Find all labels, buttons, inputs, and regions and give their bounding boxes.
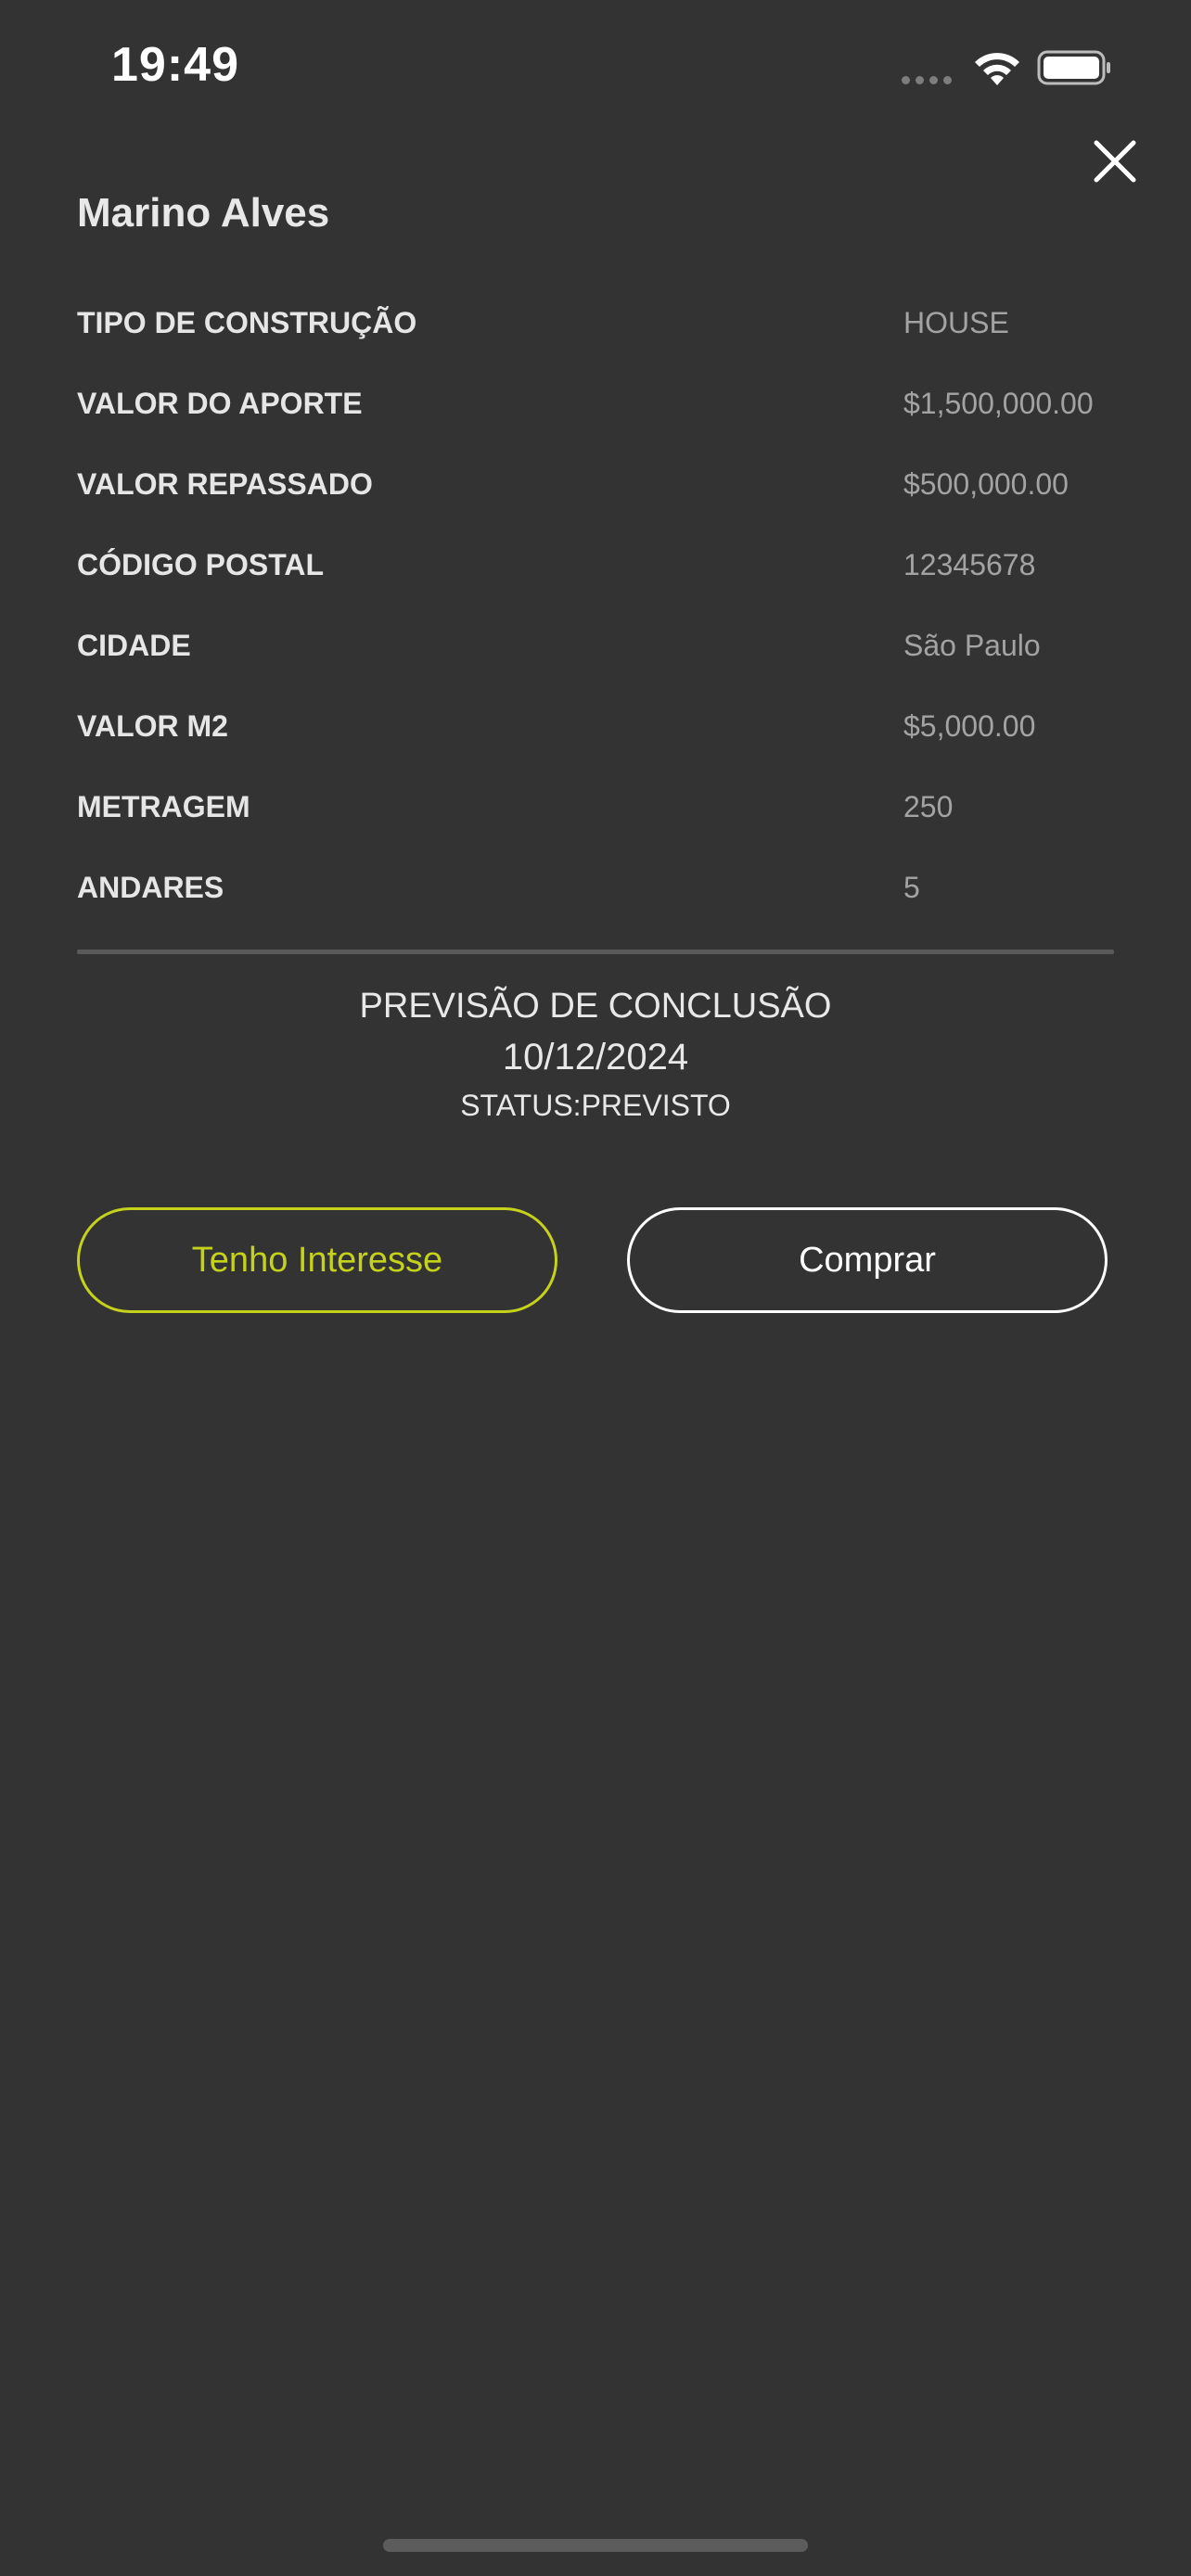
signal-dots-icon	[902, 72, 957, 89]
detail-label: METRAGEM	[77, 790, 250, 823]
wifi-icon	[975, 53, 1019, 85]
status-bar: 19:49	[0, 0, 1191, 130]
forecast-date: 10/12/2024	[502, 1037, 689, 1078]
detail-row-codigo-postal: CÓDIGO POSTAL 12345678	[77, 537, 1114, 618]
detail-value: São Paulo	[903, 629, 1041, 662]
detail-row-cidade: CIDADE São Paulo	[77, 618, 1114, 698]
detail-label: VALOR DO APORTE	[77, 387, 363, 420]
detail-row-valor-repassado: VALOR REPASSADO $500,000.00	[77, 456, 1114, 537]
divider	[77, 950, 1114, 954]
forecast-status: STATUS:PREVISTO	[460, 1089, 731, 1122]
detail-label: VALOR REPASSADO	[77, 467, 373, 501]
status-time: 19:49	[111, 38, 239, 92]
battery-icon	[1037, 50, 1110, 85]
detail-label: ANDARES	[77, 871, 224, 904]
detail-row-valor-aporte: VALOR DO APORTE $1,500,000.00	[77, 376, 1114, 456]
buy-button[interactable]: Comprar	[627, 1207, 1108, 1313]
detail-label: CIDADE	[77, 629, 191, 662]
page-title: Marino Alves	[77, 190, 330, 236]
detail-label: VALOR M2	[77, 709, 228, 743]
detail-value: 5	[903, 871, 920, 904]
detail-value: $5,000.00	[903, 709, 1036, 743]
detail-row-metragem: METRAGEM 250	[77, 779, 1114, 860]
interest-button[interactable]: Tenho Interesse	[77, 1207, 557, 1313]
forecast-label: PREVISÃO DE CONCLUSÃO	[359, 987, 832, 1026]
detail-value: HOUSE	[903, 306, 1009, 339]
detail-value: 12345678	[903, 548, 1036, 581]
detail-label: TIPO DE CONSTRUÇÃO	[77, 306, 417, 339]
close-icon[interactable]	[1091, 137, 1139, 185]
detail-value: $1,500,000.00	[903, 387, 1094, 420]
detail-row-valor-m2: VALOR M2 $5,000.00	[77, 698, 1114, 779]
detail-row-tipo-construcao: TIPO DE CONSTRUÇÃO HOUSE	[77, 295, 1114, 376]
home-indicator[interactable]	[383, 2539, 808, 2552]
detail-label: CÓDIGO POSTAL	[77, 548, 325, 581]
detail-value: $500,000.00	[903, 467, 1069, 501]
details-list: TIPO DE CONSTRUÇÃO HOUSE VALOR DO APORTE…	[77, 295, 1114, 940]
detail-value: 250	[903, 790, 954, 823]
detail-row-andares: ANDARES 5	[77, 860, 1114, 940]
